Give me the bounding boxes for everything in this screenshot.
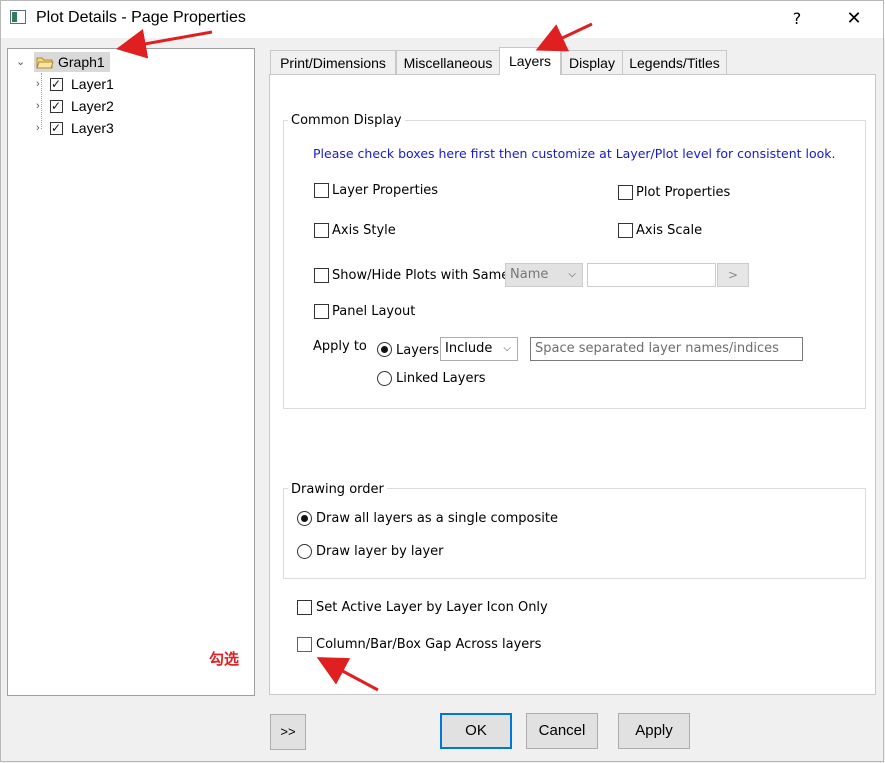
tree-node-label: Layer1 — [71, 76, 114, 92]
ok-button[interactable]: OK — [440, 713, 512, 749]
tab-print-dimensions[interactable]: Print/Dimensions — [270, 50, 396, 74]
dropdown-value: Name — [510, 267, 549, 282]
tree-view[interactable]: ⌄ Graph1 › Layer1 › Layer2 › Layer3 — [7, 48, 255, 696]
drawing-order-group — [283, 488, 866, 579]
tab-layers[interactable]: Layers — [499, 47, 561, 75]
panel-layout-checkbox[interactable] — [314, 304, 329, 319]
set-active-layer-label[interactable]: Set Active Layer by Layer Icon Only — [316, 600, 548, 615]
apply-button[interactable]: Apply — [618, 713, 690, 749]
tab-miscellaneous[interactable]: Miscellaneous — [396, 50, 500, 74]
plot-properties-label[interactable]: Plot Properties — [636, 185, 730, 200]
tab-display[interactable]: Display — [561, 50, 623, 74]
tree-node-label: Graph1 — [58, 54, 105, 70]
layer1-checkbox[interactable] — [50, 76, 63, 92]
tree-node-layer2[interactable]: › Layer2 — [34, 96, 134, 116]
panel-layout-label[interactable]: Panel Layout — [332, 304, 415, 319]
window-title: Plot Details - Page Properties — [36, 9, 246, 26]
tree-node-label: Layer2 — [71, 98, 114, 114]
set-active-layer-checkbox[interactable] — [297, 600, 312, 615]
show-hide-plots-label[interactable]: Show/Hide Plots with Same — [332, 268, 509, 283]
column-gap-label[interactable]: Column/Bar/Box Gap Across layers — [316, 637, 541, 652]
single-composite-radio[interactable] — [297, 511, 312, 526]
same-value-button[interactable]: > — [717, 263, 749, 287]
help-button[interactable]: ? — [784, 6, 810, 32]
show-hide-plots-checkbox[interactable] — [314, 268, 329, 283]
tree-node-label: Layer3 — [71, 120, 114, 136]
single-composite-label[interactable]: Draw all layers as a single composite — [316, 511, 558, 526]
chevron-down-icon: ⌵ — [503, 343, 511, 354]
layer-by-layer-radio[interactable] — [297, 544, 312, 559]
chevron-down-icon: ⌵ — [568, 269, 576, 280]
chevron-right-icon[interactable]: › — [36, 121, 46, 135]
folder-icon — [36, 57, 54, 69]
axis-style-label[interactable]: Axis Style — [332, 223, 396, 238]
same-criteria-dropdown[interactable]: Name ⌵ — [505, 263, 583, 287]
apply-linked-layers-radio[interactable] — [377, 371, 392, 386]
axis-scale-label[interactable]: Axis Scale — [636, 223, 702, 238]
apply-linked-layers-label[interactable]: Linked Layers — [396, 371, 486, 386]
group-title: Drawing order — [288, 482, 387, 497]
chevron-right-icon[interactable]: › — [36, 99, 46, 113]
expand-button[interactable]: >> — [270, 714, 306, 750]
same-value-field[interactable] — [587, 263, 716, 287]
cancel-button[interactable]: Cancel — [526, 713, 598, 749]
group-title: Common Display — [288, 113, 405, 128]
layer2-checkbox[interactable] — [50, 98, 63, 114]
info-text: Please check boxes here first then custo… — [313, 146, 836, 161]
app-icon — [10, 10, 26, 24]
chevron-down-icon[interactable]: ⌄ — [16, 55, 26, 69]
column-gap-checkbox[interactable] — [297, 637, 312, 652]
apply-layers-radio[interactable] — [377, 342, 392, 357]
close-button[interactable]: ✕ — [840, 6, 868, 32]
plot-properties-checkbox[interactable] — [618, 185, 633, 200]
apply-layers-label[interactable]: Layers — [396, 343, 439, 358]
layer-properties-label[interactable]: Layer Properties — [332, 183, 438, 198]
layer-properties-checkbox[interactable] — [314, 183, 329, 198]
axis-style-checkbox[interactable] — [314, 223, 329, 238]
layer-by-layer-label[interactable]: Draw layer by layer — [316, 544, 444, 559]
dropdown-value: Include — [445, 341, 493, 356]
tree-node-layer3[interactable]: › Layer3 — [34, 118, 134, 138]
include-dropdown[interactable]: Include ⌵ — [440, 337, 518, 361]
tree-node-layer1[interactable]: › Layer1 — [34, 74, 134, 94]
tree-node-graph1[interactable]: ⌄ Graph1 — [14, 52, 110, 72]
layer3-checkbox[interactable] — [50, 120, 63, 136]
layer-names-input[interactable]: Space separated layer names/indices — [530, 337, 803, 361]
axis-scale-checkbox[interactable] — [618, 223, 633, 238]
annotation-text: 勾选 — [209, 650, 240, 668]
chevron-right-icon[interactable]: › — [36, 77, 46, 91]
tab-panel-layers: Common Display Please check boxes here f… — [269, 74, 876, 695]
tab-legends-titles[interactable]: Legends/Titles — [622, 50, 727, 74]
apply-to-label: Apply to — [313, 339, 367, 354]
